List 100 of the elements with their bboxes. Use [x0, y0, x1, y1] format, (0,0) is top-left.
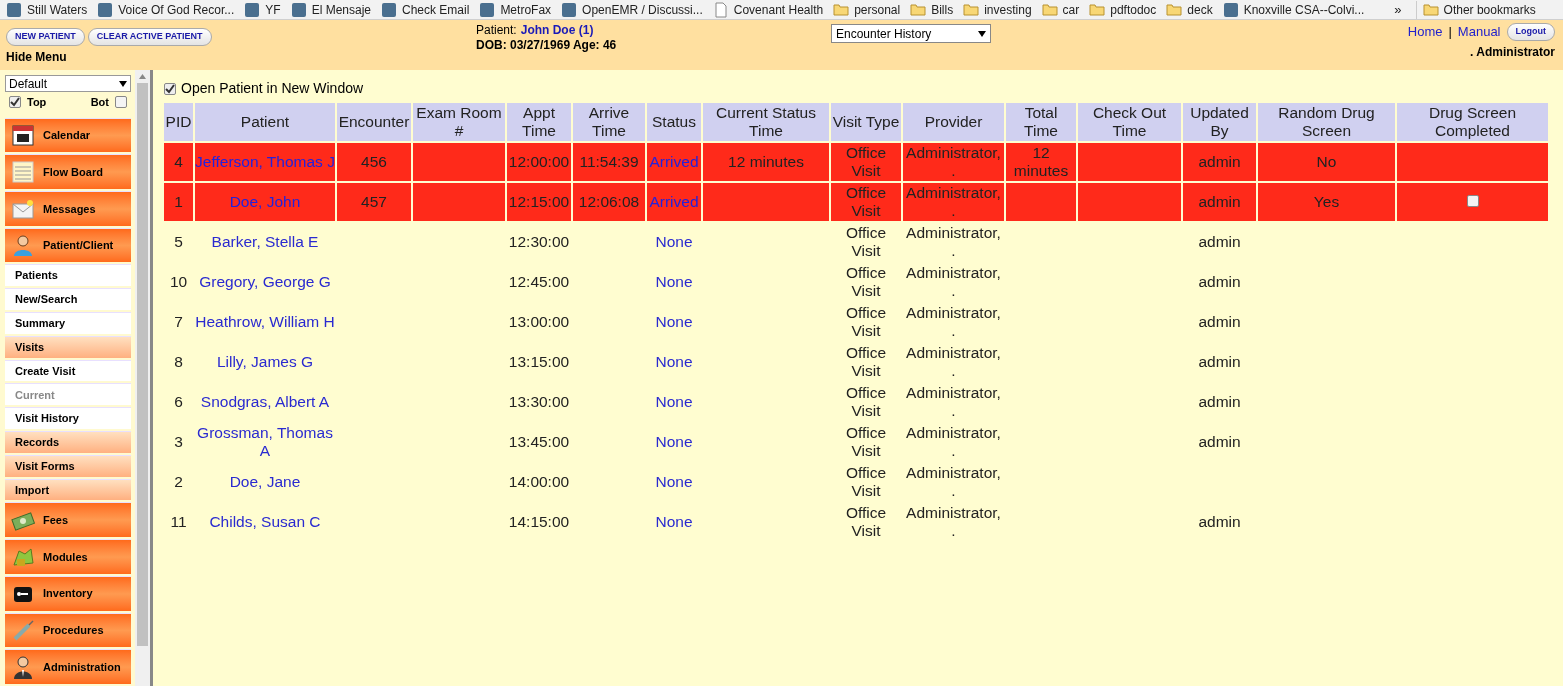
table-cell-text: Office Visit: [844, 384, 888, 420]
sidebar-menu-item[interactable]: Patient/Client: [5, 227, 131, 263]
header-button[interactable]: CLEAR ACTIVE PATIENT: [87, 28, 212, 46]
sidebar-menu-item[interactable]: Summary: [5, 311, 131, 334]
view-dropdown[interactable]: Encounter History: [831, 24, 991, 43]
column-header[interactable]: Total Time: [1006, 103, 1076, 141]
sidebar-menu-item[interactable]: Procedures: [5, 612, 131, 648]
table-cell-text: 13:00:00: [507, 313, 571, 331]
column-header[interactable]: Check Out Time: [1078, 103, 1181, 141]
table-cell-text: Administrator, .: [905, 264, 1002, 300]
sidebar-menu-item[interactable]: Messages: [5, 190, 131, 226]
sidebar-menu-item[interactable]: Inventory: [5, 575, 131, 611]
checkbox[interactable]: [115, 96, 127, 109]
bookmark-link[interactable]: Voice Of God Recor...: [118, 0, 235, 19]
bookmark-link[interactable]: Still Waters: [27, 0, 88, 19]
bookmark-link[interactable]: Covenant Health: [733, 0, 824, 19]
layout-dropdown[interactable]: Default: [5, 75, 131, 92]
column-header[interactable]: Updated By: [1183, 103, 1256, 141]
table-cell-text: 4: [173, 153, 184, 171]
column-header[interactable]: Drug Screen Completed: [1397, 103, 1548, 141]
sidebar-menu-item[interactable]: Records: [5, 431, 131, 453]
logout-button[interactable]: Logout: [1506, 22, 1555, 41]
header-button[interactable]: NEW PATIENT: [6, 28, 85, 46]
header-link[interactable]: Manual: [1457, 22, 1501, 42]
table-cell-text: 12 minutes: [1012, 144, 1070, 180]
status-link[interactable]: None: [647, 273, 701, 291]
status-link[interactable]: None: [647, 353, 701, 371]
sidebar-menu-item[interactable]: Import: [5, 478, 131, 501]
patient-label: Patient:: [476, 23, 517, 38]
table-cell-text: 12:00:00: [507, 153, 571, 171]
sidebar-menu-item[interactable]: Visits: [5, 335, 131, 358]
table-cell-text: 11: [169, 513, 188, 531]
bookmark-link[interactable]: car: [1062, 0, 1080, 19]
sidebar-menu-item[interactable]: Calendar: [5, 117, 131, 153]
status-link[interactable]: None: [647, 313, 701, 331]
checkbox-label: Bot: [90, 95, 109, 110]
bookmark-link[interactable]: Other bookmarks: [1443, 0, 1536, 19]
bookmark-link[interactable]: deck: [1187, 0, 1213, 19]
sidebar-menu-item[interactable]: Flow Board: [5, 154, 131, 189]
patient-link[interactable]: Doe, Jane: [195, 473, 335, 491]
table-cell-text: admin: [1197, 313, 1242, 331]
patient-link[interactable]: Heathrow, William H: [195, 313, 335, 331]
status-link[interactable]: None: [647, 393, 701, 411]
patient-link[interactable]: Childs, Susan C: [195, 513, 335, 531]
bookmark-link[interactable]: OpenEMR / Discussi...: [582, 0, 703, 19]
checkbox[interactable]: [1466, 195, 1479, 207]
status-link[interactable]: None: [647, 233, 701, 251]
sidebar-menu-item[interactable]: Visit History: [5, 407, 131, 429]
column-header[interactable]: Current Status Time: [703, 103, 829, 141]
bookmark-link[interactable]: YF: [265, 0, 281, 19]
table-cell-text: 12:45:00: [507, 273, 571, 291]
patient-link[interactable]: Grossman, Thomas A: [195, 424, 335, 460]
column-header[interactable]: Exam Room #: [413, 103, 505, 141]
sidebar-menu-item[interactable]: Patients: [5, 264, 131, 287]
scroll-up-arrow-icon[interactable]: [139, 74, 146, 79]
bookmark-link[interactable]: pdftodoc: [1110, 0, 1157, 19]
column-header[interactable]: Provider: [903, 103, 1004, 141]
header-link[interactable]: Home: [1407, 22, 1443, 42]
column-header[interactable]: PID: [164, 103, 193, 141]
column-header[interactable]: Encounter: [337, 103, 411, 141]
bookmark-link[interactable]: personal: [854, 0, 901, 19]
patient-name-link[interactable]: John Doe (1): [520, 23, 594, 38]
table-cell-text: Office Visit: [844, 304, 888, 340]
hide-menu-link[interactable]: Hide Menu: [6, 48, 476, 66]
bookmark-link[interactable]: Bills: [931, 0, 954, 19]
patient-link[interactable]: Snodgras, Albert A: [195, 393, 335, 411]
bookmark-link[interactable]: MetroFax: [500, 0, 552, 19]
checkbox[interactable]: [9, 96, 21, 109]
table-cell-text: Office Visit: [844, 264, 888, 300]
column-header[interactable]: Visit Type: [831, 103, 901, 141]
more-bookmarks-button[interactable]: »: [1394, 0, 1402, 20]
folder-icon: [1166, 1, 1183, 18]
table-cell-text: admin: [1197, 233, 1242, 251]
table-cell-text: Administrator, .: [905, 344, 1002, 380]
patient-link[interactable]: Gregory, George G: [195, 273, 335, 291]
scrollbar[interactable]: [135, 70, 150, 686]
sidebar-menu-item[interactable]: Administration: [5, 649, 131, 684]
patient-link[interactable]: Barker, Stella E: [195, 233, 335, 251]
bookmark-link[interactable]: investing: [984, 0, 1032, 19]
sidebar-menu-item[interactable]: New/Search: [5, 288, 131, 310]
bookmark-link[interactable]: El Mensaje: [311, 0, 371, 19]
table-cell-text: Administrator, .: [905, 184, 1002, 220]
column-header[interactable]: Arrive Time: [573, 103, 645, 141]
bookmark-link[interactable]: Check Email: [402, 0, 470, 19]
checkbox[interactable]: [164, 82, 176, 95]
column-header[interactable]: Status: [647, 103, 701, 141]
sidebar-menu-item[interactable]: Visit Forms: [5, 454, 131, 477]
column-header[interactable]: Appt Time: [507, 103, 571, 141]
sidebar-menu-item[interactable]: Fees: [5, 502, 131, 538]
bookmark-link[interactable]: Knoxville CSA--Colvi...: [1243, 0, 1365, 19]
sidebar-menu-item[interactable]: Create Visit: [5, 359, 131, 382]
column-header[interactable]: Patient: [195, 103, 335, 141]
status-link[interactable]: None: [647, 473, 701, 491]
patient-link[interactable]: Lilly, James G: [195, 353, 335, 371]
sidebar-menu-item[interactable]: Modules: [5, 539, 131, 574]
status-link[interactable]: None: [647, 513, 701, 531]
spreadsheet-icon: [11, 160, 35, 185]
calendar-icon: [11, 123, 35, 148]
column-header[interactable]: Random Drug Screen: [1258, 103, 1395, 141]
status-link[interactable]: None: [647, 433, 701, 451]
